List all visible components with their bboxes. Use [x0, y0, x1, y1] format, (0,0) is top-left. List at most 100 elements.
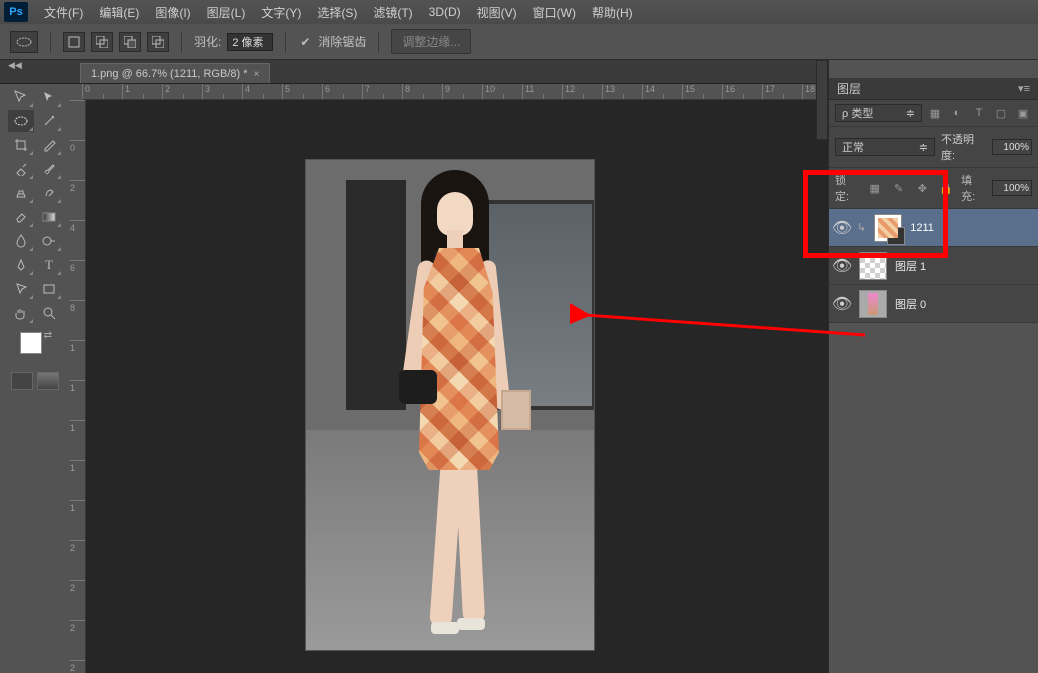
- layer-name[interactable]: 图层 1: [895, 258, 926, 274]
- filter-shape-icon[interactable]: ▢: [992, 105, 1010, 121]
- vertical-ruler: 02468111112222: [70, 100, 86, 673]
- separator: [378, 31, 379, 53]
- collapsed-panel-strip[interactable]: [816, 60, 828, 140]
- filter-pixel-icon[interactable]: ▦: [926, 105, 944, 121]
- active-tool-indicator[interactable]: [10, 31, 38, 53]
- foreground-color[interactable]: [20, 332, 42, 354]
- healing-brush-tool[interactable]: [8, 158, 34, 180]
- options-bar: 羽化: ✔ 消除锯齿 调整边缘...: [0, 24, 1038, 60]
- menu-image[interactable]: 图像(I): [147, 4, 198, 21]
- brush-tool[interactable]: [36, 158, 62, 180]
- crop-tool[interactable]: [8, 134, 34, 156]
- lock-all-icon[interactable]: 🔒: [937, 180, 955, 196]
- blur-tool[interactable]: [8, 230, 34, 252]
- antialias-label: 消除锯齿: [318, 33, 366, 50]
- refine-edge-button[interactable]: 调整边缘...: [391, 29, 471, 54]
- app-logo: Ps: [4, 2, 28, 22]
- layer-name[interactable]: 1211: [910, 222, 934, 234]
- document-tab-title: 1.png @ 66.7% (1211, RGB/8) *: [91, 68, 248, 80]
- canvas-area[interactable]: [86, 100, 828, 673]
- horizontal-ruler: 01234567891011121314151617181920: [82, 84, 828, 100]
- document-canvas[interactable]: [306, 160, 594, 650]
- layers-panel-tab[interactable]: 图层 ▾≡: [829, 78, 1038, 100]
- menu-layer[interactable]: 图层(L): [199, 4, 254, 21]
- lock-transparency-icon[interactable]: ▦: [866, 180, 884, 196]
- layer-row[interactable]: 👁 图层 0: [829, 285, 1038, 323]
- blend-mode-select[interactable]: 正常≑: [835, 138, 935, 156]
- antialias-checkbox[interactable]: ✔: [298, 35, 312, 49]
- visibility-toggle-icon[interactable]: 👁: [833, 257, 851, 275]
- fill-input[interactable]: [992, 180, 1032, 196]
- gradient-tool[interactable]: [36, 206, 62, 228]
- feather-label: 羽化:: [194, 33, 221, 50]
- path-selection-tool[interactable]: [8, 278, 34, 300]
- layer-filter-row: ρ 类型≑ ▦ ◐ T ▢ ▣: [829, 100, 1038, 127]
- layers-list: 👁 ↳ 1211 👁 图层 1 👁 图层 0: [829, 209, 1038, 323]
- selection-new-icon[interactable]: [63, 32, 85, 52]
- visibility-toggle-icon[interactable]: 👁: [833, 219, 851, 237]
- selection-add-icon[interactable]: [91, 32, 113, 52]
- artboard-tool[interactable]: [36, 86, 62, 108]
- fill-label: 填充:: [961, 172, 986, 204]
- quickmask-mode-icon[interactable]: [37, 372, 59, 390]
- magic-wand-tool[interactable]: [36, 110, 62, 132]
- menu-view[interactable]: 视图(V): [469, 4, 525, 21]
- history-brush-tool[interactable]: [36, 182, 62, 204]
- menu-3d[interactable]: 3D(D): [421, 5, 469, 19]
- lock-pixels-icon[interactable]: ✎: [890, 180, 908, 196]
- image-person: [401, 170, 521, 640]
- opacity-label: 不透明度:: [941, 131, 986, 163]
- menu-bar: Ps 文件(F) 编辑(E) 图像(I) 图层(L) 文字(Y) 选择(S) 滤…: [0, 0, 1038, 24]
- visibility-toggle-icon[interactable]: 👁: [833, 295, 851, 313]
- eyedropper-tool[interactable]: [36, 134, 62, 156]
- layer-mask-thumbnail[interactable]: [887, 227, 905, 245]
- feather-input[interactable]: [227, 33, 273, 51]
- toolbox: T ⇄: [0, 84, 70, 390]
- lock-position-icon[interactable]: ✥: [913, 180, 931, 196]
- document-tab[interactable]: 1.png @ 66.7% (1211, RGB/8) * ×: [80, 63, 270, 83]
- filter-type-icon[interactable]: T: [970, 105, 988, 121]
- selection-intersect-icon[interactable]: [147, 32, 169, 52]
- type-tool[interactable]: T: [36, 254, 62, 276]
- move-tool[interactable]: [8, 86, 34, 108]
- clone-stamp-tool[interactable]: [8, 182, 34, 204]
- separator: [50, 31, 51, 53]
- eraser-tool[interactable]: [8, 206, 34, 228]
- menu-file[interactable]: 文件(F): [36, 4, 91, 21]
- menu-help[interactable]: 帮助(H): [584, 4, 641, 21]
- color-swatches[interactable]: ⇄: [18, 330, 52, 364]
- filter-adjust-icon[interactable]: ◐: [948, 105, 966, 121]
- rectangle-tool[interactable]: [36, 278, 62, 300]
- layer-thumbnail[interactable]: [859, 290, 887, 318]
- filter-smart-icon[interactable]: ▣: [1014, 105, 1032, 121]
- layer-filter-type-select[interactable]: ρ 类型≑: [835, 104, 922, 122]
- menu-edit[interactable]: 编辑(E): [91, 4, 147, 21]
- close-tab-icon[interactable]: ×: [254, 69, 260, 80]
- opacity-input[interactable]: [992, 139, 1032, 155]
- pen-tool[interactable]: [8, 254, 34, 276]
- layer-thumbnail[interactable]: [874, 214, 902, 242]
- lasso-tool[interactable]: [8, 110, 34, 132]
- menu-window[interactable]: 窗口(W): [525, 4, 584, 21]
- layer-row[interactable]: 👁 图层 1: [829, 247, 1038, 285]
- menu-select[interactable]: 选择(S): [309, 4, 365, 21]
- hand-tool[interactable]: [8, 302, 34, 324]
- standard-mode-icon[interactable]: [11, 372, 33, 390]
- clip-indicator-icon: ↳: [857, 221, 866, 234]
- right-panel-column: 图层 ▾≡ ρ 类型≑ ▦ ◐ T ▢ ▣ 正常≑ 不透明度: 锁定: ▦ ✎ …: [828, 60, 1038, 673]
- layer-name[interactable]: 图层 0: [895, 296, 926, 312]
- swap-colors-icon[interactable]: ⇄: [44, 330, 52, 341]
- dodge-tool[interactable]: [36, 230, 62, 252]
- panel-menu-icon[interactable]: ▾≡: [1018, 82, 1030, 95]
- lock-label: 锁定:: [835, 172, 860, 204]
- menu-filter[interactable]: 滤镜(T): [365, 4, 420, 21]
- panel-collapse-icon[interactable]: ◀◀: [8, 60, 22, 71]
- zoom-tool[interactable]: [36, 302, 62, 324]
- layer-thumbnail[interactable]: [859, 252, 887, 280]
- layer-row[interactable]: 👁 ↳ 1211: [829, 209, 1038, 247]
- selection-subtract-icon[interactable]: [119, 32, 141, 52]
- separator: [285, 31, 286, 53]
- layers-panel-title: 图层: [837, 80, 861, 97]
- separator: [181, 31, 182, 53]
- menu-type[interactable]: 文字(Y): [253, 4, 309, 21]
